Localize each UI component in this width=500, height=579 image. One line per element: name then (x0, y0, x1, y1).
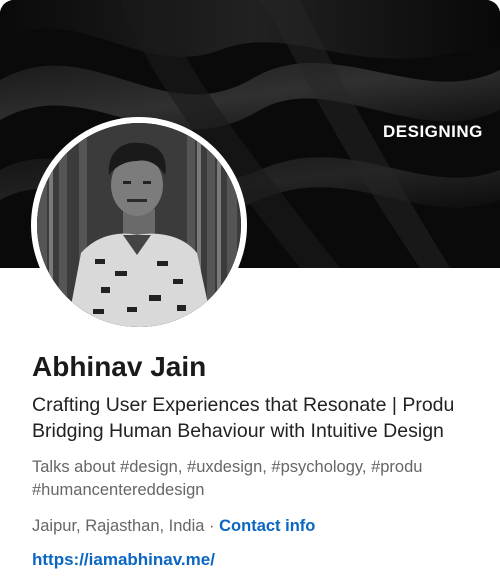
headline-line-1: Crafting User Experiences that Resonate … (32, 394, 455, 416)
talks-about-line-1: Talks about #design, #uxdesign, #psychol… (32, 458, 423, 476)
headline-line-2: Bridging Human Behaviour with Intuitive … (32, 420, 444, 442)
profile-name: Abhinav Jain (32, 351, 207, 382)
talks-about-line-2: #humancentereddesign (32, 481, 205, 499)
location-text: Jaipur, Rajasthan, India (32, 517, 205, 535)
profile-info: Abhinav Jain Crafting User Experiences t… (32, 348, 500, 570)
website-link[interactable]: https://iamabhinav.me/ (32, 550, 215, 570)
separator-dot: · (204, 517, 220, 535)
profile-photo (37, 123, 241, 327)
profile-headline: Crafting User Experiences that Resonate … (32, 392, 500, 444)
banner-title-text: DESIGNING (383, 122, 483, 141)
talks-about: Talks about #design, #uxdesign, #psychol… (32, 456, 500, 502)
location-row: Jaipur, Rajasthan, India · Contact info (32, 517, 500, 536)
avatar[interactable] (31, 117, 247, 333)
profile-card: DESIGNING Abhinav Jain Crafting User Exp… (0, 0, 500, 579)
contact-info-link[interactable]: Contact info (219, 517, 315, 535)
